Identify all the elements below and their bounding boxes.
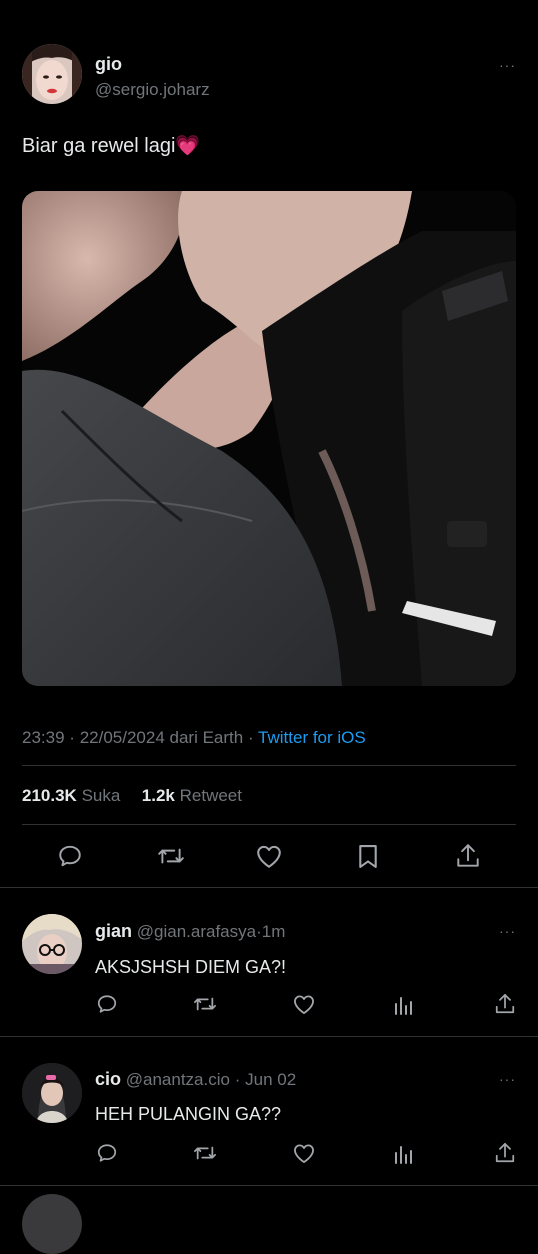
more-options-icon[interactable]: ··· xyxy=(499,923,516,939)
more-options-icon[interactable]: ··· xyxy=(499,1071,516,1087)
bookmark-icon[interactable] xyxy=(357,843,379,870)
section-separator xyxy=(0,1036,538,1037)
author-name[interactable]: gio xyxy=(95,54,122,75)
share-icon[interactable] xyxy=(494,1141,516,1165)
like-icon[interactable] xyxy=(255,844,283,869)
retweets-count: 1.2k xyxy=(141,786,175,805)
reply-avatar[interactable] xyxy=(22,1063,82,1123)
reply-avatar[interactable] xyxy=(22,1194,82,1254)
reply-text: AKSJSHSH DIEM GA?! xyxy=(95,957,287,977)
tweet-time: 23:39 xyxy=(22,728,65,747)
reply-avatar[interactable] xyxy=(22,914,82,974)
retweets-label: Retweet xyxy=(179,786,242,805)
like-icon[interactable] xyxy=(292,1143,316,1164)
reply-icon[interactable] xyxy=(57,843,83,869)
tweet-meta: 23:39 · 22/05/2024 dari Earth · Twitter … xyxy=(22,728,366,748)
meta-separator: · xyxy=(234,1070,241,1089)
retweet-icon[interactable] xyxy=(193,993,217,1015)
reply-author-name[interactable]: cio xyxy=(95,1069,121,1089)
reply-icon[interactable] xyxy=(96,993,118,1015)
section-separator xyxy=(0,887,538,888)
divider xyxy=(22,824,516,825)
author-handle[interactable]: @sergio.joharz xyxy=(95,80,210,100)
meta-separator: · xyxy=(69,728,75,747)
section-separator xyxy=(0,1185,538,1186)
reply-author-handle[interactable]: @gian.arafasya xyxy=(137,922,256,941)
reply-header: cio @anantza.cio · Jun 02 xyxy=(95,1069,296,1090)
share-icon[interactable] xyxy=(455,842,481,870)
tweet-photo[interactable] xyxy=(22,191,516,686)
reply-time[interactable]: 1m xyxy=(262,922,286,941)
divider xyxy=(22,765,516,766)
analytics-icon[interactable] xyxy=(393,1143,413,1165)
meta-separator: · xyxy=(247,728,254,747)
tweet-stats: 210.3K Suka 1.2k Retweet xyxy=(22,786,242,806)
tweet-source-link[interactable]: Twitter for iOS xyxy=(258,728,366,747)
like-icon[interactable] xyxy=(292,994,316,1015)
reply-time[interactable]: Jun 02 xyxy=(245,1070,296,1089)
likes-label: Suka xyxy=(81,786,121,805)
tweet-date: 22/05/2024 xyxy=(79,728,165,747)
likes-count: 210.3K xyxy=(22,786,77,805)
reply-author-handle[interactable]: @anantza.cio xyxy=(126,1070,230,1089)
share-icon[interactable] xyxy=(494,992,516,1016)
reply-icon[interactable] xyxy=(96,1142,118,1164)
reply-text: HEH PULANGIN GA?? xyxy=(95,1104,282,1124)
reply-author-name[interactable]: gian xyxy=(95,921,132,941)
tweet-location: dari Earth xyxy=(169,728,244,747)
more-options-icon[interactable]: ··· xyxy=(499,57,516,73)
analytics-icon[interactable] xyxy=(393,994,413,1016)
retweet-icon[interactable] xyxy=(193,1142,217,1164)
tweet-text: Biar ga rewel lagi💗 xyxy=(22,135,201,157)
retweet-icon[interactable] xyxy=(157,843,185,869)
reply-header: gian @gian.arafasya·1m xyxy=(95,921,285,942)
author-avatar[interactable] xyxy=(22,44,82,104)
likes-stat[interactable]: 210.3K Suka xyxy=(22,786,125,805)
retweets-stat[interactable]: 1.2k Retweet xyxy=(142,786,242,805)
